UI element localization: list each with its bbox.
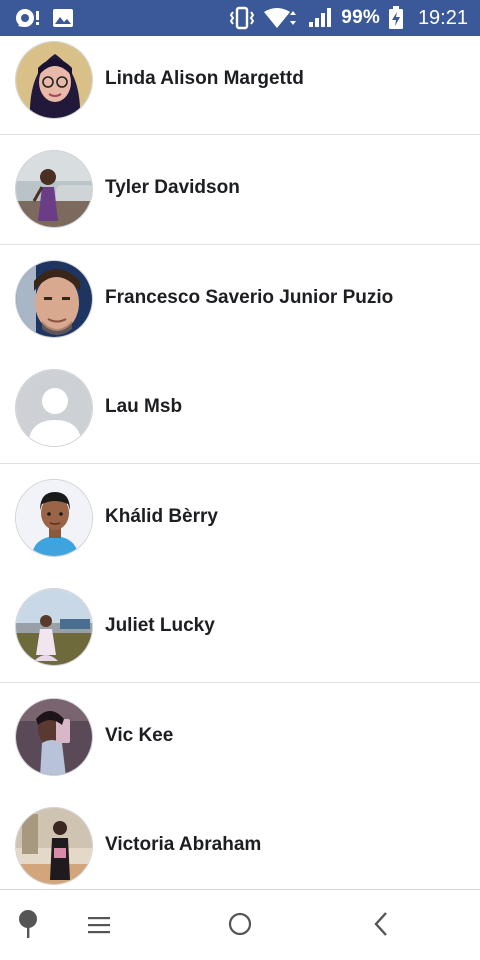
friend-name[interactable]: Tyler Davidson — [105, 177, 240, 199]
friend-row[interactable]: Lau Msb — [0, 354, 480, 464]
menu-icon[interactable] — [80, 906, 118, 944]
friend-row[interactable]: Linda Alison Margettd — [0, 36, 480, 135]
battery-level: 99% — [341, 7, 380, 28]
friend-name[interactable]: Vic Kee — [105, 725, 173, 747]
avatar[interactable] — [15, 807, 93, 885]
battery-charging-icon — [388, 6, 404, 30]
friend-row[interactable]: Francesco Saverio Junior Puzio — [0, 245, 480, 355]
friend-name[interactable]: Khálid Bèrry — [105, 506, 218, 528]
status-bar-left — [14, 7, 74, 29]
navigation-bar — [0, 889, 480, 960]
back-icon[interactable] — [362, 904, 400, 944]
friend-name[interactable]: Francesco Saverio Junior Puzio — [105, 287, 393, 309]
home-icon[interactable] — [220, 904, 260, 944]
signal-icon — [307, 7, 333, 29]
status-bar: 99% 19:21 — [0, 0, 480, 36]
avatar[interactable] — [15, 588, 93, 666]
friend-row[interactable]: Vic Kee — [0, 683, 480, 793]
friend-name[interactable]: Juliet Lucky — [105, 615, 215, 637]
friend-name[interactable]: Victoria Abraham — [105, 834, 261, 856]
avatar[interactable] — [15, 479, 93, 557]
friend-name[interactable]: Linda Alison Margettd — [105, 68, 304, 90]
friend-row[interactable]: Tyler Davidson — [0, 135, 480, 245]
friend-row[interactable]: Khálid Bèrry — [0, 464, 480, 574]
avatar[interactable] — [15, 150, 93, 228]
image-icon — [52, 8, 74, 28]
avatar[interactable] — [15, 698, 93, 776]
sync-chat-icon — [14, 7, 40, 29]
status-bar-right: 99% 19:21 — [229, 6, 468, 30]
pin-icon[interactable] — [10, 906, 46, 942]
avatar[interactable] — [15, 260, 93, 338]
vibrate-icon — [229, 6, 255, 30]
friend-row[interactable]: Victoria Abraham — [0, 792, 480, 889]
friend-row[interactable]: Juliet Lucky — [0, 573, 480, 683]
friend-list[interactable]: Linda Alison Margettd Tyler Davidson Fra… — [0, 36, 480, 889]
friend-name[interactable]: Lau Msb — [105, 396, 182, 418]
avatar[interactable] — [15, 41, 93, 119]
wifi-icon — [263, 7, 299, 29]
avatar[interactable] — [15, 369, 93, 447]
clock: 19:21 — [417, 6, 468, 29]
